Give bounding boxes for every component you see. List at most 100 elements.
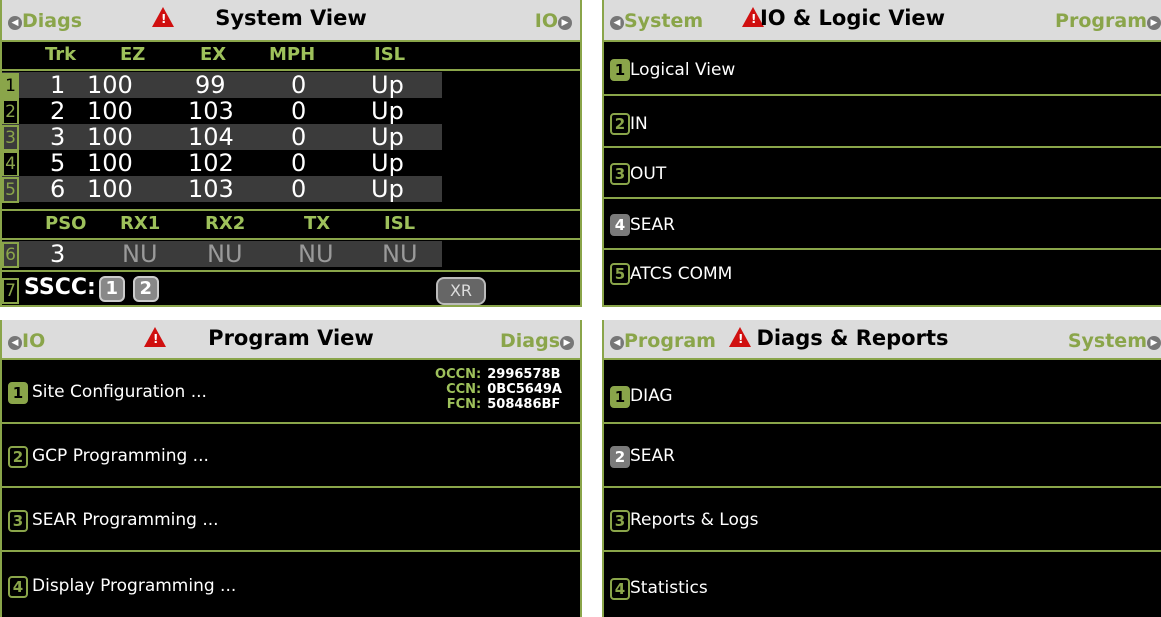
diags-reports-panel: ◀ Program ! Diags & Reports System ▶ 1 DIA… <box>602 320 1161 617</box>
item-label: DIAG <box>630 386 673 406</box>
row-number[interactable]: 7 <box>2 278 19 304</box>
menu-item-in[interactable]: 2 IN <box>604 94 1161 146</box>
col-header-isl: ISL <box>384 213 416 234</box>
cell-trk: 3 <box>50 123 66 151</box>
diags-view-header: ◀ Program ! Diags & Reports System ▶ <box>604 320 1161 360</box>
right-arrow-icon: ▶ <box>558 16 572 30</box>
cell-trk: 1 <box>50 71 66 99</box>
right-arrow-icon: ▶ <box>1147 16 1161 30</box>
row-number[interactable]: 6 <box>2 242 19 268</box>
item-number: 4 <box>610 214 630 236</box>
cell-trk: 5 <box>50 149 66 177</box>
item-number: 4 <box>8 576 28 598</box>
col-header-ez: EZ <box>120 44 146 65</box>
menu-item-out[interactable]: 3 OUT <box>604 146 1161 198</box>
row-number[interactable]: 1 <box>2 73 19 99</box>
divider <box>2 238 580 240</box>
item-number: 1 <box>8 382 28 404</box>
right-arrow-icon: ▶ <box>560 336 574 350</box>
item-label: ATCS COMM <box>630 264 733 284</box>
system-view-panel: ◀ Diags ! System View IO ▶ Trk EZ EX MPH I… <box>0 0 582 307</box>
program-view-panel: ◀ IO ! Program View Diags ▶ OCCN: 2996578B … <box>0 320 582 617</box>
col-header-ex: EX <box>200 44 227 65</box>
row-number[interactable]: 5 <box>2 177 19 203</box>
item-label: SEAR <box>630 215 675 235</box>
item-label: OUT <box>630 164 667 184</box>
pso-table-header: PSO RX1 RX2 TX ISL <box>2 213 580 237</box>
cell-pso: 3 <box>50 240 66 268</box>
col-header-mph: MPH <box>269 44 316 65</box>
cell-ez: 100 <box>87 175 133 203</box>
nav-next-io[interactable]: IO ▶ <box>535 10 572 32</box>
cell-rx2: NU <box>207 240 243 268</box>
item-label: Site Configuration ... <box>32 382 207 402</box>
page-title: System View <box>215 6 367 30</box>
cell-mph: 0 <box>291 175 307 203</box>
item-number: 2 <box>8 446 28 468</box>
nav-next-diags[interactable]: Diags ▶ <box>500 330 574 352</box>
cell-rx1: NU <box>122 240 158 268</box>
item-label: SEAR Programming ... <box>32 510 219 530</box>
track-table-header: Trk EZ EX MPH ISL <box>2 44 580 68</box>
cell-mph: 0 <box>291 149 307 177</box>
menu-item-statistics[interactable]: 4 Statistics <box>604 550 1161 617</box>
cell-mph: 0 <box>291 123 307 151</box>
xr-button[interactable]: XR <box>436 277 486 305</box>
menu-item-sear[interactable]: 4 SEAR <box>604 197 1161 249</box>
cell-ez: 100 <box>87 71 133 99</box>
menu-item-display-programming[interactable]: 4 Display Programming ... <box>2 550 580 617</box>
cell-isl: Up <box>371 97 404 125</box>
cell-ex: 102 <box>188 149 234 177</box>
item-number: 3 <box>610 510 630 532</box>
cell-isl: Up <box>371 71 404 99</box>
col-header-pso: PSO <box>45 213 87 234</box>
sscc-1-button[interactable]: 1 <box>98 276 125 302</box>
menu-item-gcp-programming[interactable]: 2 GCP Programming ... <box>2 422 580 488</box>
item-label: Statistics <box>630 578 708 598</box>
program-view-header: ◀ IO ! Program View Diags ▶ <box>2 320 580 360</box>
table-row[interactable]: 5 6 100 103 0 Up <box>2 175 442 203</box>
table-row[interactable]: 2 2 100 103 0 Up <box>2 97 442 125</box>
page-title: Program View <box>208 326 374 350</box>
menu-item-sear[interactable]: 2 SEAR <box>604 422 1161 488</box>
table-row[interactable]: 1 1 100 99 0 Up <box>2 71 442 99</box>
cell-ez: 100 <box>87 97 133 125</box>
right-arrow-icon: ▶ <box>1147 336 1161 350</box>
col-header-rx1: RX1 <box>120 213 161 234</box>
sscc-2-button[interactable]: 2 <box>132 276 159 302</box>
cell-mph: 0 <box>291 71 307 99</box>
cell-ex: 99 <box>195 71 226 99</box>
cell-ez: 100 <box>87 123 133 151</box>
cell-isl: NU <box>382 240 418 268</box>
table-row[interactable]: 3 3 100 104 0 Up <box>2 123 442 151</box>
table-row[interactable]: 4 5 100 102 0 Up <box>2 149 442 177</box>
menu-item-diag[interactable]: 1 DIAG <box>604 360 1161 422</box>
cell-ex: 103 <box>188 97 234 125</box>
cell-trk: 6 <box>50 175 66 203</box>
menu-item-reports-logs[interactable]: 3 Reports & Logs <box>604 486 1161 552</box>
row-number[interactable]: 4 <box>2 151 19 177</box>
item-label: Reports & Logs <box>630 510 759 530</box>
item-number: 2 <box>610 446 630 468</box>
row-number[interactable]: 2 <box>2 99 19 125</box>
menu-item-logical-view[interactable]: 1 Logical View <box>604 44 1161 94</box>
menu-item-atcs-comm[interactable]: 5 ATCS COMM <box>604 248 1161 300</box>
item-number: 1 <box>610 59 630 81</box>
divider <box>2 270 580 272</box>
nav-next-system[interactable]: System ▶ <box>1068 330 1161 352</box>
cell-isl: Up <box>371 149 404 177</box>
pso-row[interactable]: 6 3 NU NU NU NU <box>2 240 442 268</box>
cell-ex: 104 <box>188 123 234 151</box>
cell-isl: Up <box>371 175 404 203</box>
menu-item-site-configuration[interactable]: 1 Site Configuration ... <box>2 360 580 422</box>
row-number[interactable]: 3 <box>2 125 19 151</box>
cell-tx: NU <box>298 240 334 268</box>
item-number: 3 <box>610 163 630 185</box>
nav-next-program[interactable]: Program ▶ <box>1055 10 1161 32</box>
col-header-rx2: RX2 <box>205 213 246 234</box>
cell-trk: 2 <box>50 97 66 125</box>
item-number: 4 <box>610 578 630 600</box>
menu-item-sear-programming[interactable]: 3 SEAR Programming ... <box>2 486 580 552</box>
cell-ex: 103 <box>188 175 234 203</box>
item-label: GCP Programming ... <box>32 446 209 466</box>
